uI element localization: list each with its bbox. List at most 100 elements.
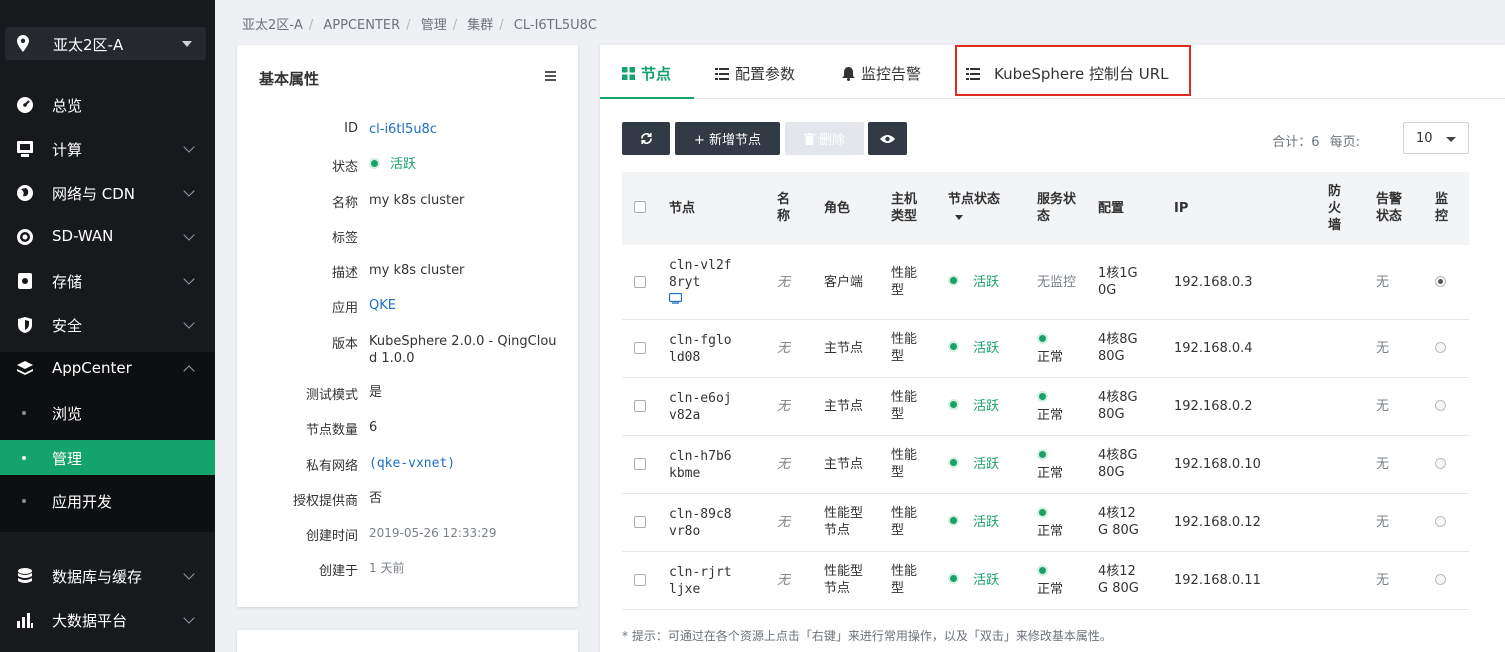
row-checkbox[interactable] xyxy=(634,342,646,354)
sort-down-icon[interactable] xyxy=(955,215,963,220)
table-row[interactable]: cln-fglold08 无 主节点 性能型 活跃 正常 4核8G 80G 19… xyxy=(622,320,1469,378)
hint-text: * 提示：可通过在各个资源上点击「右键」来进行常用操作，以及「双击」来修改基本属… xyxy=(622,629,1112,643)
col-firewall[interactable]: 防火墙 xyxy=(1328,183,1342,234)
nav-database-cache[interactable]: 数据库与缓存 xyxy=(0,554,215,598)
breadcrumb-manage[interactable]: 管理 xyxy=(421,18,447,33)
active-tab-indicator xyxy=(600,97,694,99)
alarm-status: 无 xyxy=(1376,515,1390,530)
shield-icon xyxy=(18,317,32,333)
table-row[interactable]: cln-89c8vr8o 无 性能型节点 性能型 活跃 正常 4核12G 80G… xyxy=(622,494,1469,552)
chevron-down-icon xyxy=(183,185,195,197)
alarm-status: 无 xyxy=(1376,573,1390,588)
breadcrumb-region[interactable]: 亚太2区-A xyxy=(242,18,303,33)
node-name: 无 xyxy=(777,573,791,588)
service-status: 正常 xyxy=(1037,448,1063,482)
subnav-browse[interactable]: 浏览 xyxy=(0,395,215,430)
subnav-manage[interactable]: 管理 xyxy=(0,440,215,475)
monitor-radio[interactable] xyxy=(1435,574,1446,585)
nav-overview[interactable]: 总览 xyxy=(0,83,215,127)
row-checkbox[interactable] xyxy=(634,458,646,470)
refresh-button[interactable] xyxy=(622,122,670,155)
row-checkbox[interactable] xyxy=(634,276,646,288)
per-page-select[interactable]: 10 xyxy=(1403,122,1469,154)
node-id[interactable]: cln-vl2f8ryt xyxy=(669,257,739,291)
col-monitor[interactable]: 监控 xyxy=(1435,191,1449,225)
node-id[interactable]: cln-89c8vr8o xyxy=(669,506,739,540)
col-node[interactable]: 节点 xyxy=(669,200,695,217)
menu-icon[interactable] xyxy=(545,71,556,83)
alarm-status: 无 xyxy=(1376,341,1390,356)
location-pin-icon xyxy=(17,35,29,52)
nav-storage[interactable]: 存储 xyxy=(0,259,215,303)
node-status: 活跃 xyxy=(948,398,999,415)
host-type: 性能型 xyxy=(891,332,918,364)
row-checkbox[interactable] xyxy=(634,574,646,586)
nav-bigdata[interactable]: 大数据平台 xyxy=(0,598,215,642)
breadcrumb-cluster[interactable]: 集群 xyxy=(467,18,493,33)
view-columns-button[interactable] xyxy=(868,122,907,155)
node-name: 无 xyxy=(777,275,791,290)
prop-value: my k8s cluster xyxy=(369,263,465,278)
monitor-icon[interactable] xyxy=(669,293,682,304)
node-name: 无 xyxy=(777,341,791,356)
status-text: 正常 xyxy=(1037,524,1064,539)
monitor-radio[interactable] xyxy=(1435,276,1446,287)
table-row[interactable]: cln-vl2f8ryt 无 客户端 性能型 活跃 无监控 1核1G 0G 19… xyxy=(622,245,1469,320)
tab-config[interactable]: 配置参数 xyxy=(715,63,795,84)
nav-security[interactable]: 安全 xyxy=(0,303,215,347)
speedometer-icon xyxy=(17,97,33,113)
status-dot-icon xyxy=(1037,565,1048,576)
col-ip[interactable]: IP xyxy=(1174,200,1188,217)
tab-monitoring[interactable]: 监控告警 xyxy=(842,63,921,84)
bullet-icon xyxy=(22,456,26,460)
subnav-app-dev[interactable]: 应用开发 xyxy=(0,483,215,518)
status-text: 活跃 xyxy=(973,457,1000,472)
select-all-checkbox[interactable] xyxy=(634,201,646,213)
col-host-type[interactable]: 主机类型 xyxy=(891,191,919,225)
node-id[interactable]: cln-h7b6kbme xyxy=(669,448,739,482)
monitor-radio[interactable] xyxy=(1435,516,1446,527)
col-role[interactable]: 角色 xyxy=(824,200,850,217)
tab-nodes[interactable]: 节点 xyxy=(622,63,671,84)
add-node-button[interactable]: + 新增节点 xyxy=(675,122,780,155)
status-text: 活跃 xyxy=(973,515,1000,530)
prop-value: my k8s cluster xyxy=(369,193,465,208)
prop-value[interactable]: QKE xyxy=(369,297,559,314)
monitor-radio[interactable] xyxy=(1435,458,1446,469)
prop-value[interactable]: cl-i6tl5u8c xyxy=(369,121,559,138)
eye-icon xyxy=(880,134,895,143)
status-text: 正常 xyxy=(1037,350,1064,365)
table-row[interactable]: cln-rjrtljxe 无 性能型节点 性能型 活跃 正常 4核12G 80G… xyxy=(622,552,1469,610)
col-node-status[interactable]: 节点状态 xyxy=(948,191,1000,208)
prop-value[interactable]: (qke-vxnet) xyxy=(369,455,559,472)
monitor-radio[interactable] xyxy=(1435,400,1446,411)
region-selector[interactable]: 亚太2区-A xyxy=(5,27,206,60)
nav-compute[interactable]: 计算 xyxy=(0,127,215,171)
col-service-status[interactable]: 服务状态 xyxy=(1037,191,1079,225)
col-alarm[interactable]: 告警状态 xyxy=(1376,191,1404,225)
table-row[interactable]: cln-e6ojv82a 无 主节点 性能型 活跃 正常 4核8G 80G 19… xyxy=(622,378,1469,436)
col-config[interactable]: 配置 xyxy=(1098,200,1124,217)
nav-network-cdn[interactable]: 网络与 CDN xyxy=(0,171,215,215)
trash-icon xyxy=(803,132,815,145)
node-id[interactable]: cln-e6ojv82a xyxy=(669,390,739,424)
properties-panel: 基本属性 ID cl-i6tl5u8c 状态 活跃 名称 my k8s clus… xyxy=(237,45,578,607)
bullet-icon xyxy=(22,411,26,415)
nav-sdwan[interactable]: SD-WAN xyxy=(0,215,215,259)
status-dot-icon xyxy=(948,457,959,468)
node-id[interactable]: cln-rjrtljxe xyxy=(669,564,739,598)
row-checkbox[interactable] xyxy=(634,400,646,412)
delete-button[interactable]: 删除 xyxy=(785,122,864,155)
monitor-radio[interactable] xyxy=(1435,342,1446,353)
breadcrumb: 亚太2区-A / APPCENTER / 管理 / 集群 / CL-I6TL5U8C xyxy=(242,18,598,33)
breadcrumb-appcenter[interactable]: APPCENTER xyxy=(323,18,400,33)
list-icon xyxy=(715,67,729,80)
nav-label: SD-WAN xyxy=(52,227,114,245)
table-row[interactable]: cln-h7b6kbme 无 主节点 性能型 活跃 正常 4核8G 80G 19… xyxy=(622,436,1469,494)
nav-appcenter[interactable]: AppCenter xyxy=(0,347,215,391)
chevron-down-icon xyxy=(183,273,195,285)
row-checkbox[interactable] xyxy=(634,516,646,528)
col-name[interactable]: 名称 xyxy=(777,191,791,225)
status-text: 活跃 xyxy=(390,157,417,172)
node-id[interactable]: cln-fglold08 xyxy=(669,332,739,366)
